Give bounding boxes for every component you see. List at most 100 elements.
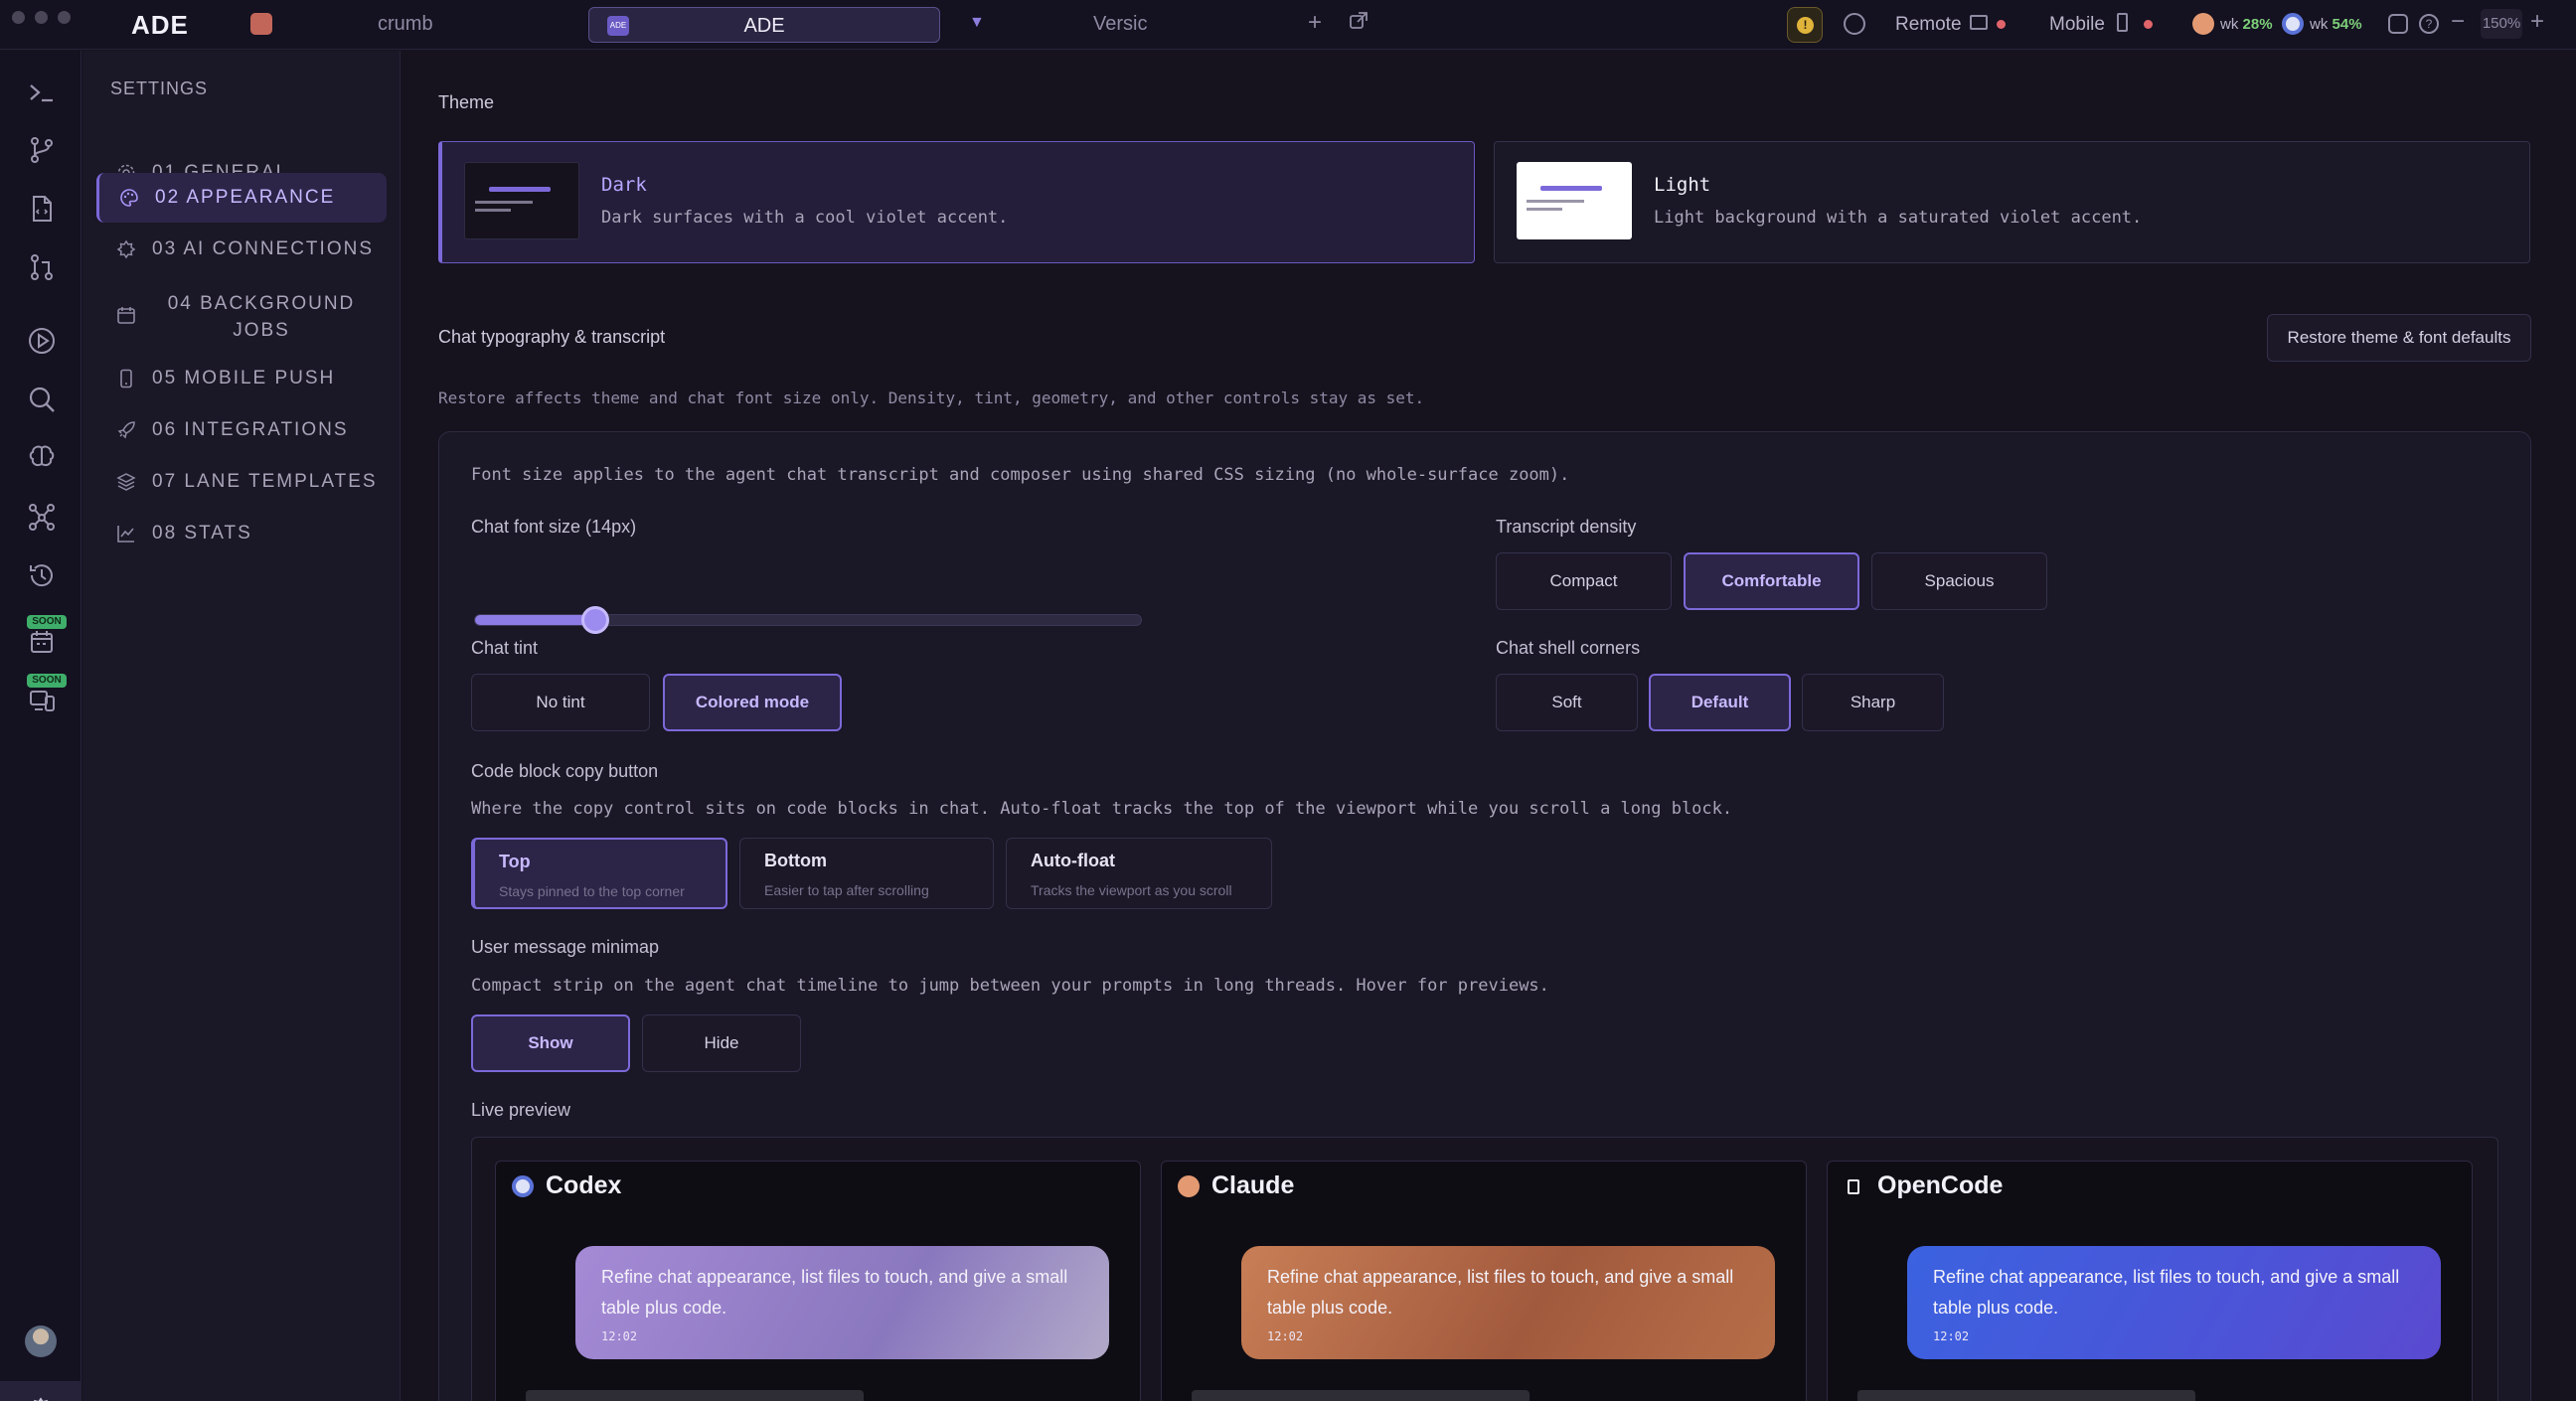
new-tab-button[interactable]: + bbox=[1308, 9, 1322, 37]
message-text: Refine chat appearance, list files to to… bbox=[601, 1267, 1068, 1318]
theme-name: Light bbox=[1654, 174, 1711, 196]
search-icon[interactable] bbox=[27, 385, 57, 414]
claude-usage[interactable]: wk 28% bbox=[2220, 16, 2273, 33]
zoom-out-button[interactable]: − bbox=[2451, 8, 2465, 36]
warning-button[interactable]: ! bbox=[1787, 7, 1823, 43]
density-label: Transcript density bbox=[1496, 517, 1637, 537]
zoom-in-button[interactable]: + bbox=[2530, 8, 2544, 36]
density-spacious[interactable]: Spacious bbox=[1871, 552, 2047, 610]
corners-label: Chat shell corners bbox=[1496, 638, 1641, 658]
window-close-button[interactable] bbox=[12, 11, 25, 24]
warning-icon: ! bbox=[1797, 17, 1814, 34]
nav-item-label: 07 LANE TEMPLATES bbox=[152, 471, 378, 492]
theme-description: Light background with a saturated violet… bbox=[1654, 208, 2143, 228]
minimap-label: User message minimap bbox=[471, 937, 660, 957]
nav-item-label: 08 STATS bbox=[152, 523, 252, 544]
remote-device-icon bbox=[1970, 15, 1988, 30]
font-size-label: Chat font size (14px) bbox=[471, 517, 637, 537]
codex-icon bbox=[512, 1175, 534, 1197]
claude-icon bbox=[1178, 1175, 1200, 1197]
settings-nav: SETTINGS 01 GENERAL 02 APPEARANCE 03 AI … bbox=[82, 51, 401, 1401]
graph-icon[interactable] bbox=[27, 502, 57, 532]
ai-icon bbox=[116, 239, 136, 259]
message-text: Refine chat appearance, list files to to… bbox=[1267, 1267, 1734, 1318]
option-title: Auto-float bbox=[1031, 851, 1115, 870]
history-icon[interactable] bbox=[27, 560, 57, 590]
dark-theme-thumbnail bbox=[464, 162, 579, 239]
font-size-slider-fill bbox=[475, 615, 595, 625]
minimap-hide[interactable]: Hide bbox=[642, 1014, 801, 1072]
copy-position-bottom[interactable]: Bottom Easier to tap after scrolling bbox=[739, 838, 994, 909]
theme-option-light[interactable]: Light Light background with a saturated … bbox=[1494, 141, 2530, 263]
density-comfortable[interactable]: Comfortable bbox=[1684, 552, 1859, 610]
window-minimize-button[interactable] bbox=[35, 11, 48, 24]
user-message-bubble: Refine chat appearance, list files to to… bbox=[1241, 1246, 1775, 1359]
nav-item-lane-templates[interactable]: 07 LANE TEMPLATES bbox=[96, 457, 387, 507]
calendar-icon[interactable] bbox=[27, 627, 57, 657]
nav-item-integrations[interactable]: 06 INTEGRATIONS bbox=[96, 405, 387, 455]
copy-position-top[interactable]: Top Stays pinned to the top corner bbox=[471, 838, 727, 909]
brain-icon[interactable] bbox=[27, 443, 57, 473]
nav-item-label: 02 APPEARANCE bbox=[155, 187, 336, 208]
corners-soft[interactable]: Soft bbox=[1496, 674, 1638, 731]
settings-rail-button[interactable] bbox=[0, 1381, 81, 1401]
font-size-slider-handle[interactable] bbox=[580, 606, 609, 634]
minimap-show[interactable]: Show bbox=[471, 1014, 630, 1072]
corners-sharp[interactable]: Sharp bbox=[1802, 674, 1944, 731]
claude-usage-icon bbox=[2192, 13, 2214, 35]
app-brand: ADE bbox=[131, 10, 189, 40]
copy-button-description: Where the copy control sits on code bloc… bbox=[471, 799, 1733, 819]
nav-item-background-jobs[interactable]: 04 BACKGROUND JOBS bbox=[96, 284, 387, 346]
nav-item-stats[interactable]: 08 STATS bbox=[96, 509, 387, 558]
branch-icon[interactable] bbox=[27, 135, 57, 165]
font-size-slider[interactable] bbox=[474, 606, 1142, 634]
opencode-icon bbox=[1848, 1179, 1859, 1194]
help-icon[interactable]: ? bbox=[2419, 14, 2439, 34]
theme-option-dark[interactable]: Dark Dark surfaces with a cool violet ac… bbox=[438, 141, 1475, 263]
terminal-icon[interactable] bbox=[27, 78, 57, 107]
pull-request-icon[interactable] bbox=[27, 252, 57, 282]
tab-ade[interactable]: ADE ADE bbox=[588, 7, 940, 43]
chart-icon bbox=[117, 526, 134, 543]
nav-item-mobile-push[interactable]: 05 MOBILE PUSH bbox=[96, 354, 387, 403]
run-icon[interactable] bbox=[27, 326, 57, 356]
light-theme-thumbnail bbox=[1517, 162, 1632, 239]
tab-versic[interactable]: Versic bbox=[1093, 13, 1147, 36]
gear-icon bbox=[34, 1397, 48, 1401]
density-compact[interactable]: Compact bbox=[1496, 552, 1672, 610]
nav-item-appearance[interactable]: 02 APPEARANCE bbox=[96, 173, 387, 223]
devices-icon[interactable] bbox=[27, 686, 57, 715]
tint-colored[interactable]: Colored mode bbox=[663, 674, 842, 731]
tab-crumb[interactable]: crumb bbox=[378, 13, 433, 36]
versic-project-icon: ▼ bbox=[969, 14, 985, 31]
window-zoom-button[interactable] bbox=[58, 11, 71, 24]
network-icon[interactable] bbox=[1844, 13, 1865, 35]
remote-label[interactable]: Remote bbox=[1895, 14, 1962, 36]
zoom-level: 150% bbox=[2481, 9, 2522, 39]
corners-default[interactable]: Default bbox=[1649, 674, 1791, 731]
avatar[interactable] bbox=[25, 1325, 57, 1357]
icon-rail: SOON SOON bbox=[0, 51, 81, 1401]
nav-item-ai-connections[interactable]: 03 AI CONNECTIONS bbox=[96, 225, 387, 274]
theme-section-title: Theme bbox=[438, 92, 495, 112]
tint-none[interactable]: No tint bbox=[471, 674, 650, 731]
codex-usage[interactable]: wk 54% bbox=[2310, 16, 2362, 33]
message-time: 12:02 bbox=[1267, 1329, 1304, 1343]
chat-icon[interactable] bbox=[2388, 14, 2408, 34]
tint-label: Chat tint bbox=[471, 638, 539, 658]
preview-provider-name: Claude bbox=[1211, 1171, 1295, 1199]
font-size-note: Font size applies to the agent chat tran… bbox=[471, 465, 1570, 485]
nav-item-label: 06 INTEGRATIONS bbox=[152, 419, 349, 440]
preview-provider-name: OpenCode bbox=[1877, 1171, 2004, 1199]
mobile-status-dot bbox=[2144, 20, 2153, 29]
option-subtitle: Easier to tap after scrolling bbox=[764, 882, 929, 898]
tab-ade-label: ADE bbox=[743, 15, 785, 37]
popout-icon[interactable] bbox=[1350, 12, 1368, 30]
copy-position-auto-float[interactable]: Auto-float Tracks the viewport as you sc… bbox=[1006, 838, 1272, 909]
assistant-response-preview bbox=[526, 1390, 864, 1401]
message-time: 12:02 bbox=[601, 1329, 638, 1343]
mobile-label[interactable]: Mobile bbox=[2049, 14, 2105, 36]
restore-defaults-button[interactable]: Restore theme & font defaults bbox=[2267, 314, 2531, 362]
files-icon[interactable] bbox=[27, 194, 57, 224]
palette-icon bbox=[120, 189, 138, 207]
